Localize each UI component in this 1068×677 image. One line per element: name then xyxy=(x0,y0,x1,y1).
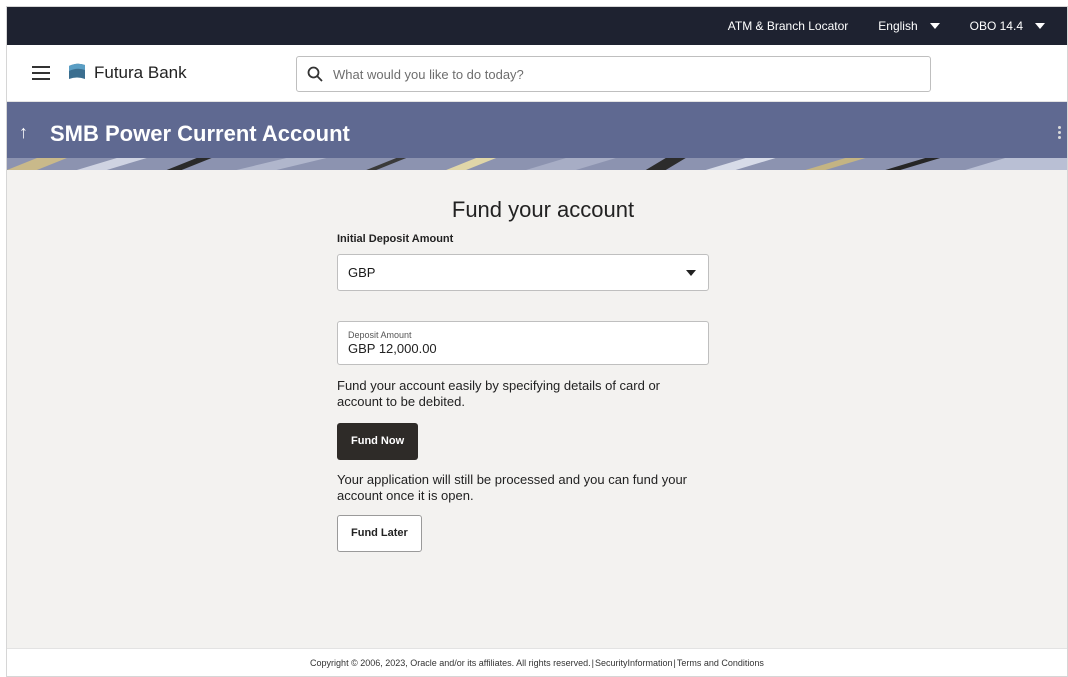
caret-down-icon xyxy=(686,269,696,276)
app-window: ATM & Branch Locator English OBO 14.4 Fu… xyxy=(6,6,1068,677)
initial-deposit-label: Initial Deposit Amount xyxy=(337,233,454,245)
currency-selected-value: GBP xyxy=(348,265,376,280)
search-bar[interactable] xyxy=(296,56,931,92)
search-icon xyxy=(307,66,323,82)
user-label: OBO 14.4 xyxy=(969,19,1023,33)
fund-later-description: Your application will still be processed… xyxy=(337,472,688,503)
terms-conditions-link[interactable]: Terms and Conditions xyxy=(677,658,764,668)
app-header: Futura Bank xyxy=(7,45,1067,102)
page-title-banner: SMB Power Current Account xyxy=(50,121,350,146)
deposit-amount-label: Deposit Amount xyxy=(348,330,412,340)
language-label: English xyxy=(878,19,918,33)
deposit-amount-field[interactable]: Deposit Amount GBP 12,000.00 xyxy=(337,321,709,365)
currency-select[interactable]: GBP xyxy=(337,254,709,291)
fund-now-description: Fund your account easily by specifying d… xyxy=(337,378,661,409)
deposit-amount-value: GBP 12,000.00 xyxy=(348,341,437,356)
search-input[interactable] xyxy=(333,66,930,82)
user-menu-dropdown[interactable]: OBO 14.4 xyxy=(970,19,1045,33)
caret-down-icon xyxy=(1035,23,1045,29)
back-arrow-icon[interactable]: ↑ xyxy=(19,122,28,143)
security-information-link[interactable]: SecurityInformation xyxy=(595,658,673,668)
brand-name: Futura Bank xyxy=(94,63,187,82)
footer-separator: | xyxy=(673,658,676,668)
footer-separator: | xyxy=(591,658,594,668)
fund-account-form: Fund your account Initial Deposit Amount… xyxy=(337,197,709,552)
form-title: Fund your account xyxy=(451,197,635,222)
banner-decorative-strip xyxy=(7,158,1067,170)
bank-logo-icon xyxy=(69,63,85,79)
more-options-icon[interactable] xyxy=(1058,126,1061,141)
copyright-text: Copyright © 2006, 2023, Oracle and/or it… xyxy=(310,658,591,668)
fund-now-button[interactable]: Fund Now xyxy=(337,423,419,460)
hamburger-menu-icon[interactable] xyxy=(32,66,50,80)
top-utility-bar: ATM & Branch Locator English OBO 14.4 xyxy=(7,7,1067,45)
atm-branch-locator-label: ATM & Branch Locator xyxy=(727,19,849,33)
language-dropdown[interactable]: English xyxy=(878,19,940,33)
atm-branch-locator-link[interactable]: ATM & Branch Locator xyxy=(728,19,849,33)
page-footer: Copyright © 2006, 2023, Oracle and/or it… xyxy=(7,648,1067,676)
fund-later-button[interactable]: Fund Later xyxy=(337,515,422,552)
page-banner: ↑ SMB Power Current Account xyxy=(7,102,1067,170)
caret-down-icon xyxy=(929,23,940,29)
